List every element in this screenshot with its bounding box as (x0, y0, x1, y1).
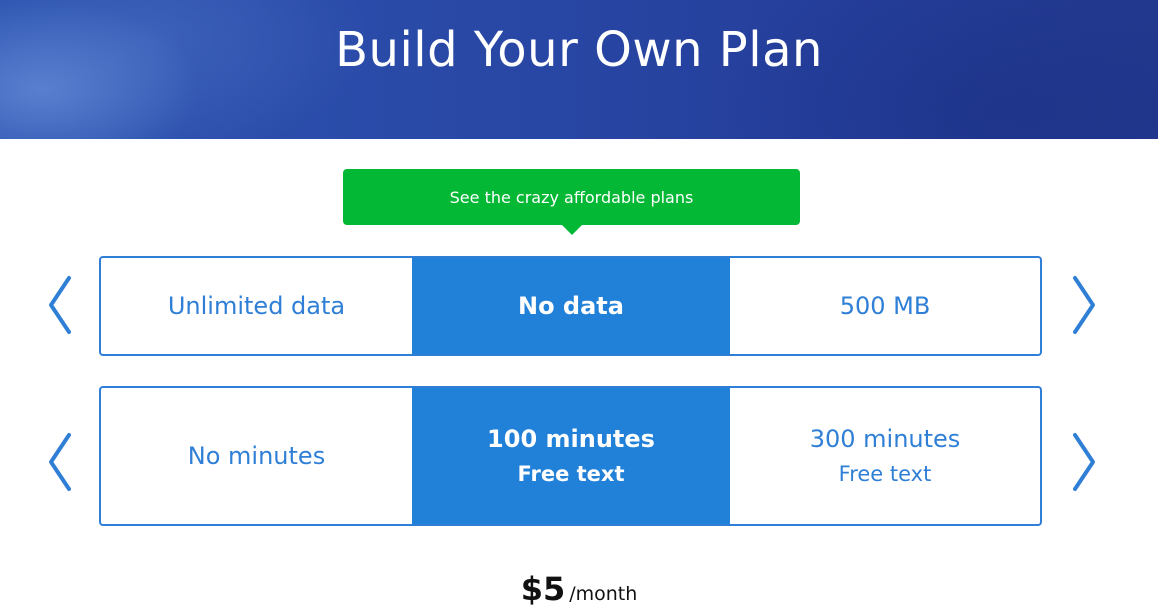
plan-price: $5/month (0, 570, 1158, 608)
data-option-500mb[interactable]: 500 MB (730, 258, 1040, 354)
minutes-option-300[interactable]: 300 minutes Free text (730, 388, 1040, 524)
chevron-left-icon (49, 276, 71, 334)
data-option-no-data[interactable]: No data (412, 258, 730, 354)
data-option-unlimited[interactable]: Unlimited data (101, 258, 412, 354)
data-option-label: No data (518, 292, 624, 320)
minutes-option-sub: Free text (517, 462, 625, 486)
minutes-prev-button[interactable] (45, 432, 75, 492)
minutes-option-label: 300 minutes (809, 425, 961, 453)
minutes-option-sub: Free text (838, 462, 932, 486)
data-prev-button[interactable] (45, 275, 75, 335)
price-amount: $5 (520, 570, 566, 608)
minutes-option-none[interactable]: No minutes (101, 388, 412, 524)
minutes-option-100[interactable]: 100 minutes Free text (412, 388, 730, 524)
price-period: /month (569, 583, 638, 605)
minutes-option-label: 100 minutes (487, 425, 655, 453)
page-title: Build Your Own Plan (335, 22, 823, 78)
minutes-selector: No minutes 100 minutes Free text 300 min… (99, 386, 1042, 526)
data-option-label: 500 MB (839, 292, 931, 320)
chevron-right-icon (1073, 276, 1095, 334)
see-plans-button-label: See the crazy affordable plans (449, 187, 694, 207)
chevron-right-icon (1073, 433, 1095, 491)
minutes-option-label: No minutes (187, 442, 326, 470)
data-option-label: Unlimited data (167, 292, 346, 320)
cta-pointer (561, 224, 583, 235)
minutes-next-button[interactable] (1069, 432, 1099, 492)
see-plans-button[interactable]: See the crazy affordable plans (343, 169, 800, 225)
chevron-left-icon (49, 433, 71, 491)
data-selector: Unlimited data No data 500 MB (99, 256, 1042, 356)
data-next-button[interactable] (1069, 275, 1099, 335)
hero-banner: Build Your Own Plan (0, 0, 1158, 139)
